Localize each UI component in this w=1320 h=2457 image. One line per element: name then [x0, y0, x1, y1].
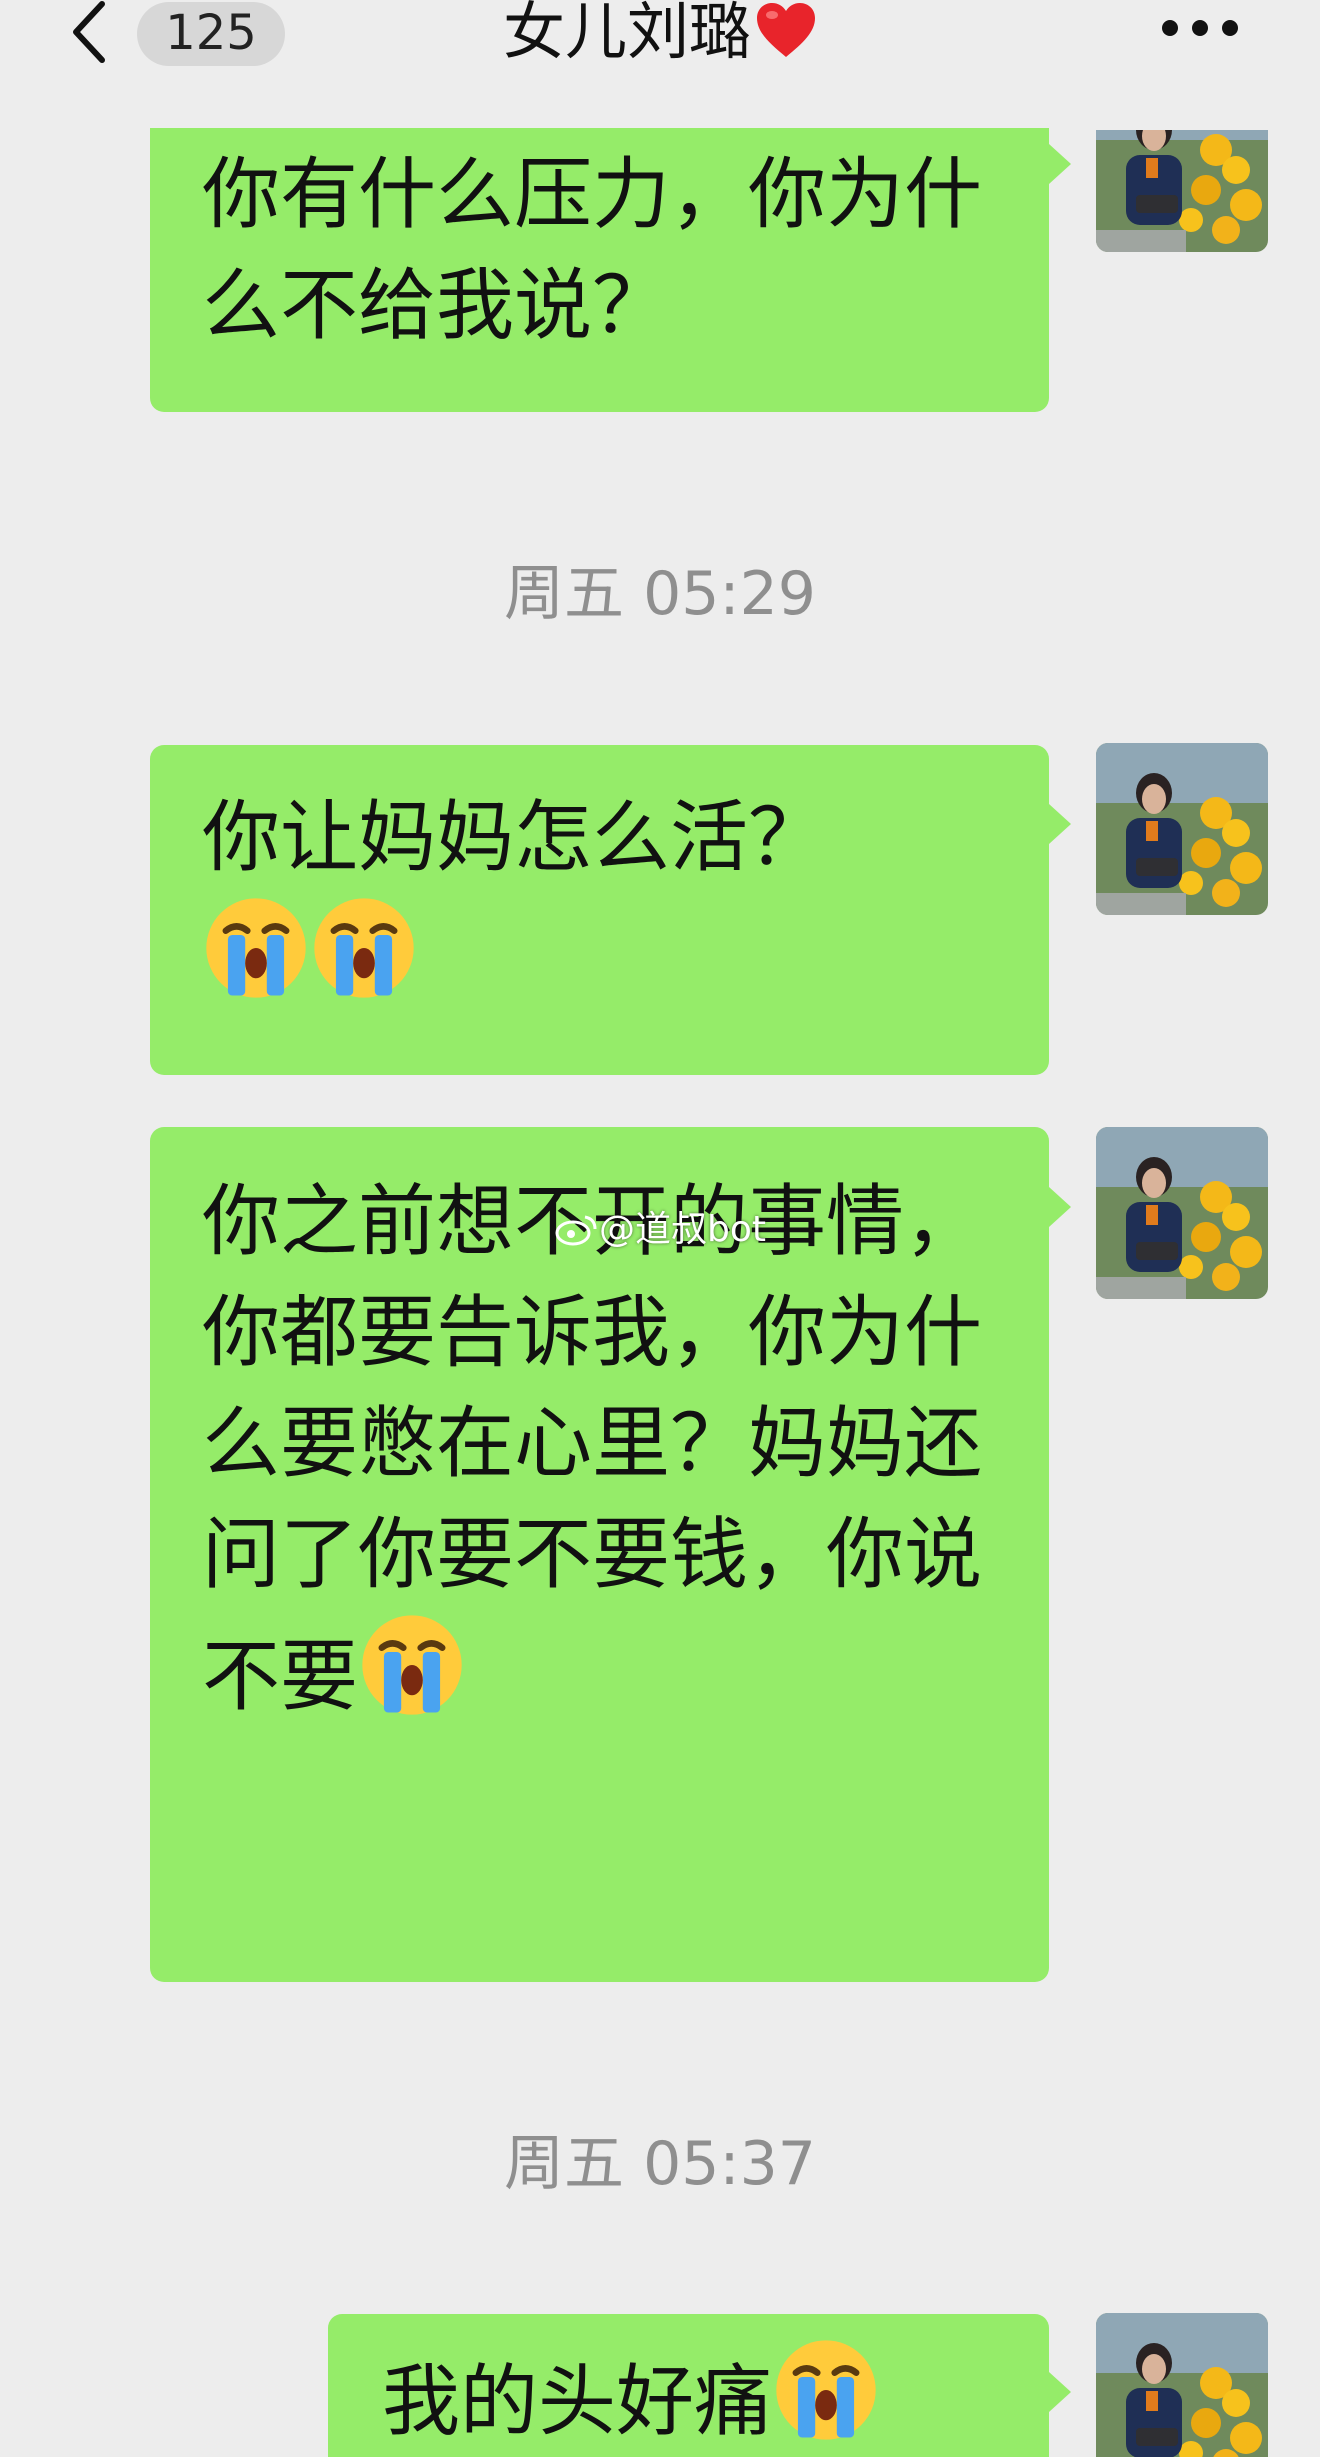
chat-screen: { "header": { "back_label": "back", "unr…: [0, 0, 1320, 2457]
avatar[interactable]: [1096, 743, 1268, 915]
loudly-crying-face-icon: [772, 2336, 880, 2444]
message-bubble[interactable]: 你让妈妈怎么活？: [150, 745, 1049, 1075]
avatar-photo: [1096, 1127, 1268, 1299]
watermark: @道叔bot: [555, 1205, 766, 1255]
more-dots-icon-dot: [1192, 20, 1208, 36]
message-text: 你让妈妈怎么活？: [202, 793, 827, 883]
loudly-crying-face-icon: [310, 894, 418, 1002]
bubble-tail: [1049, 804, 1071, 844]
bubble-tail: [1049, 1187, 1071, 1227]
chat-title: 女儿刘璐: [0, 0, 1320, 70]
avatar-photo: [1096, 2313, 1268, 2457]
bubble-tail: [1049, 2372, 1071, 2412]
message-text: 我的头好痛: [382, 2357, 773, 2447]
avatar[interactable]: [1096, 2313, 1268, 2457]
chat-title-text: 女儿刘璐: [502, 0, 751, 68]
message-text: 你有什么压力，你为什么不给我说？: [202, 150, 983, 351]
avatar[interactable]: [1096, 1127, 1268, 1299]
message-bubble[interactable]: 你有什么压力，你为什么不给我说？: [150, 110, 1049, 412]
chat-header: 125 女儿刘璐: [0, 0, 1320, 128]
timestamp: 周五 05:29: [504, 559, 816, 629]
message-bubble[interactable]: 我的头好痛: [328, 2314, 1049, 2457]
more-options-button[interactable]: [1150, 10, 1250, 50]
watermark-text: @道叔bot: [599, 1209, 766, 1250]
more-dots-icon-dot: [1222, 20, 1238, 36]
loudly-crying-face-icon: [202, 894, 310, 1002]
weibo-icon: [555, 1211, 599, 1247]
message-text: 你之前想不开的事情，你都要告诉我，你为什么要憋在心里？妈妈还问了你要不要钱，你说…: [202, 1177, 983, 1722]
bubble-tail: [1049, 144, 1071, 184]
more-dots-icon: [1162, 20, 1178, 36]
message-bubble[interactable]: 你之前想不开的事情，你都要告诉我，你为什么要憋在心里？妈妈还问了你要不要钱，你说…: [150, 1127, 1049, 1982]
loudly-crying-face-icon: [358, 1611, 466, 1719]
avatar-photo: [1096, 743, 1268, 915]
red-heart-icon: [755, 1, 817, 70]
timestamp: 周五 05:37: [504, 2129, 816, 2199]
